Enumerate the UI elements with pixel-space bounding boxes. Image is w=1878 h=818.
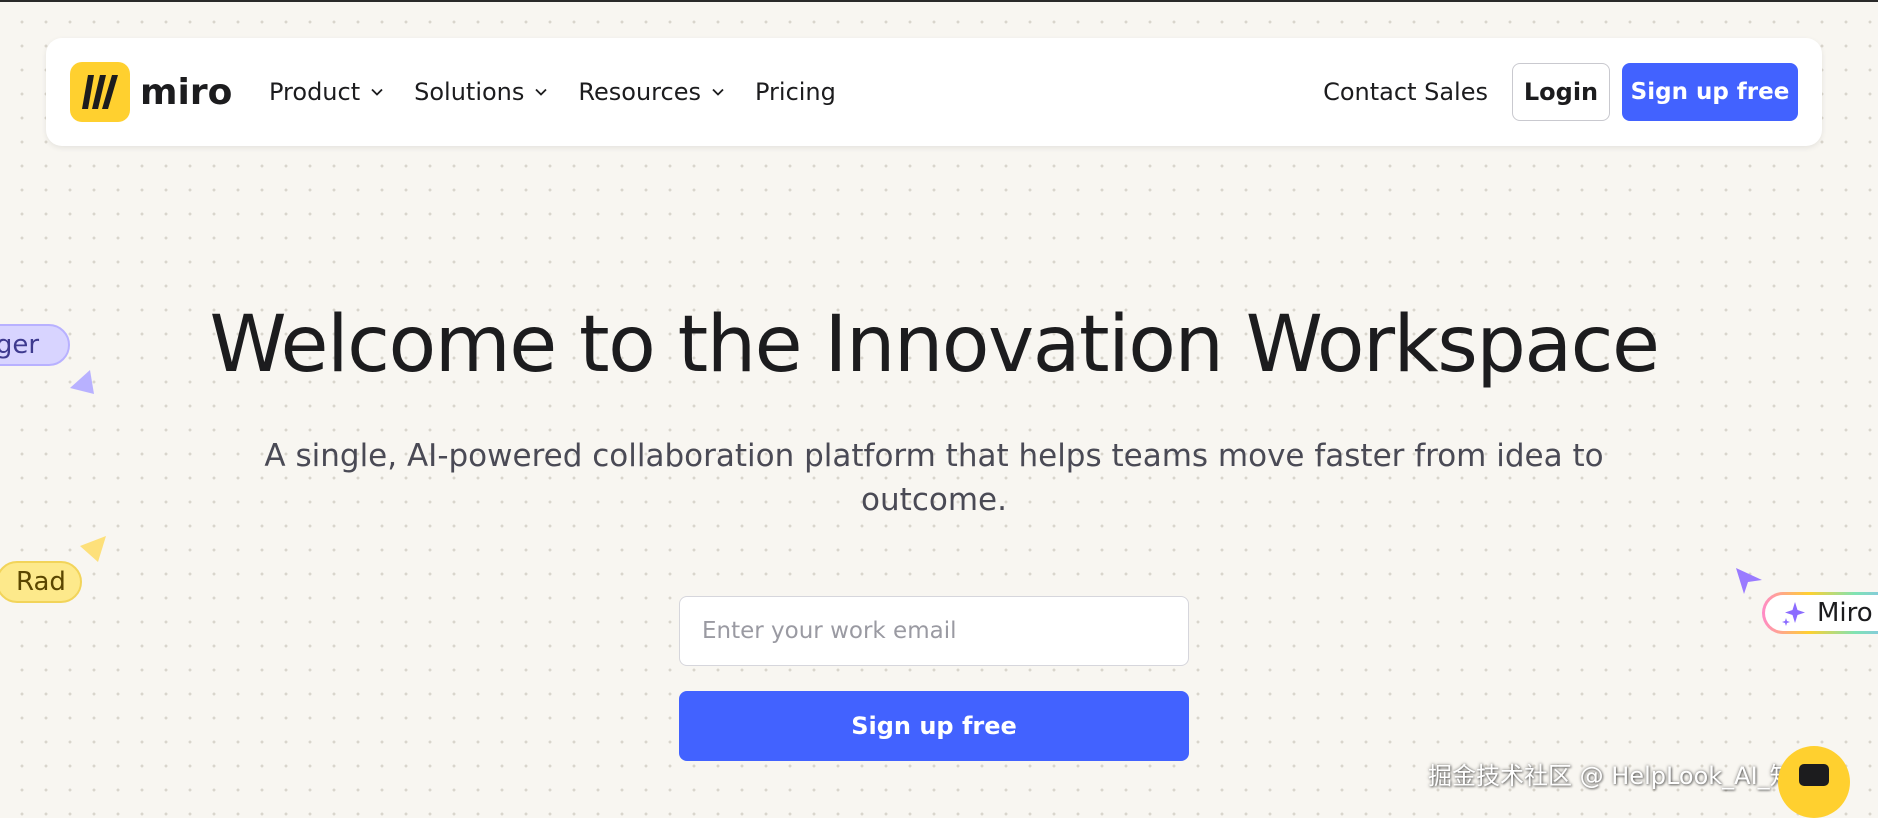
hero-signup-button[interactable]: Sign up free [679, 691, 1189, 761]
cursor-tag-label: oger [0, 330, 40, 360]
signup-nav-button[interactable]: Sign up free [1622, 63, 1798, 121]
brand-name: miro [140, 71, 233, 113]
chevron-down-icon [535, 88, 548, 96]
login-button[interactable]: Login [1512, 63, 1610, 121]
nav-actions: Contact Sales Login Sign up free [1323, 38, 1798, 146]
cursor-tag-rad: Rad [0, 561, 82, 603]
contact-sales-link[interactable]: Contact Sales [1323, 78, 1488, 106]
chat-widget-button[interactable] [1778, 746, 1850, 818]
nav-item-label: Pricing [754, 78, 836, 106]
nav-item-product[interactable]: Product [269, 78, 384, 106]
nav-item-label: Solutions [414, 78, 525, 106]
nav-item-label: Resources [578, 78, 701, 106]
nav-item-solutions[interactable]: Solutions [414, 78, 548, 106]
work-email-input[interactable] [679, 596, 1189, 666]
nav-item-resources[interactable]: Resources [578, 78, 725, 106]
sparkle-icon [1782, 602, 1805, 626]
cursor-tag-label: Rad [16, 567, 66, 597]
chevron-down-icon [371, 88, 383, 96]
cursor-arrow-icon [80, 536, 106, 562]
nav-item-label: Product [269, 78, 361, 106]
cursor-tag-label: Miro [1817, 598, 1873, 628]
cursor-arrow-icon [1736, 568, 1762, 594]
hero-subtitle: A single, AI-powered collaboration platf… [264, 438, 1604, 518]
chat-icon [1799, 764, 1829, 786]
nav-item-pricing[interactable]: Pricing [755, 78, 836, 106]
miro-logo[interactable]: miro [70, 62, 232, 122]
top-border [0, 0, 1878, 2]
cursor-tag-miro-ai: Miro [1762, 592, 1878, 634]
navbar: miro Product Solutions Resources Pricing… [46, 38, 1822, 146]
miro-logo-icon [70, 62, 130, 122]
chevron-down-icon [712, 88, 724, 96]
cursor-arrow-icon [70, 370, 94, 394]
hero-title: Welcome to the Innovation Workspace [209, 300, 1660, 390]
main-nav: Product Solutions Resources Pricing [269, 38, 866, 146]
cursor-tag-roger: oger [0, 324, 70, 366]
